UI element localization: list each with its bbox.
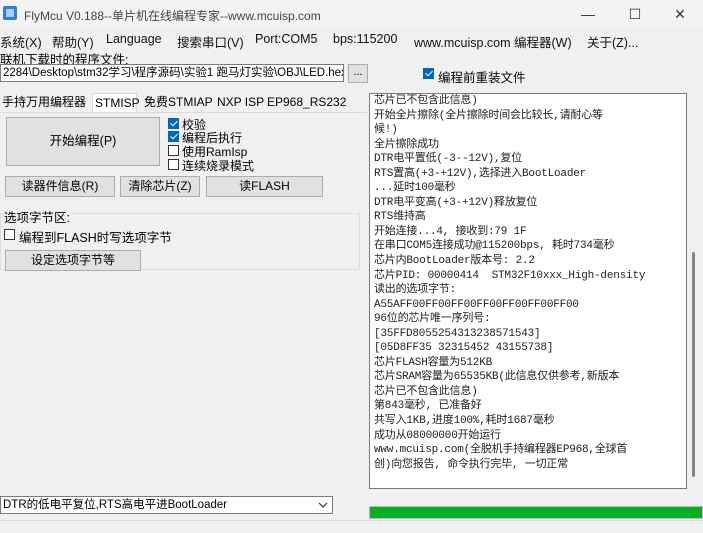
log-line: ...延时100毫秒 xyxy=(374,182,456,195)
log-scroll-thumb[interactable] xyxy=(692,252,695,477)
log-line: 芯片已不包含此信息) xyxy=(374,95,478,107)
read-device-info-button[interactable]: 读器件信息(R) xyxy=(5,176,115,197)
write-option-label: 编程到FLASH时写选项字节 xyxy=(19,231,172,245)
continuous-checkbox[interactable] xyxy=(168,159,179,170)
chevron-down-icon[interactable] xyxy=(316,497,330,513)
continuous-label: 连续烧录模式 xyxy=(182,159,255,173)
browse-button[interactable]: ... xyxy=(348,64,368,83)
log-line: 共写入1KB,进度100%,耗时1687毫秒 xyxy=(374,415,555,428)
app-icon xyxy=(3,6,17,20)
log-line: 芯片已不包含此信息) xyxy=(374,385,478,398)
reload-label: 编程前重装文件 xyxy=(438,71,526,85)
progress-fill xyxy=(370,507,702,518)
reset-mode-value: DTR的低电平复位,RTS高电平进BootLoader xyxy=(3,499,228,511)
log-line: 芯片内BootLoader版本号: 2.2 xyxy=(374,255,535,268)
log-output[interactable]: 芯片已不包含此信息) 开始全片擦除(全片擦除时间会比较长,请耐心等 候!) 全片… xyxy=(369,93,687,489)
log-scrollbar[interactable] xyxy=(687,93,703,489)
log-line: A55AFF00FF00FF00FF00FF00FF00FF00 xyxy=(374,298,579,311)
option-group-title: 选项字节区: xyxy=(4,207,72,226)
log-line: RTS维持高 xyxy=(374,211,426,224)
log-line: [05D8FF35 32315452 43155738] xyxy=(374,342,554,355)
log-line: 第843毫秒, 已准备好 xyxy=(374,400,482,413)
set-option-bytes-button[interactable]: 设定选项字节等 xyxy=(5,250,141,271)
tab-stmisp[interactable]: STMISP xyxy=(92,93,140,112)
log-line: 开始连接...4, 接收到:79 1F xyxy=(374,225,527,238)
title-bar: FlyMcu V0.188--单片机在线编程专家--www.mcuisp.com… xyxy=(0,0,703,28)
log-line: 创)向您报告, 命令执行完毕, 一切正常 xyxy=(374,458,569,471)
tab-stmiap[interactable]: 免费STMIAP xyxy=(142,93,215,112)
window-title: FlyMcu V0.188--单片机在线编程专家--www.mcuisp.com xyxy=(24,9,321,23)
tab-ep968[interactable]: EP968_RS232 xyxy=(265,93,348,112)
menu-bar: 系统(X) 帮助(Y) Language 搜索串口(V) Port:COM5 b… xyxy=(0,28,703,51)
menu-bps[interactable]: bps:115200 xyxy=(333,32,397,46)
log-line: 芯片PID: 00000414 STM32F10xxx_High-density xyxy=(374,269,646,282)
tab-handheld[interactable]: 手持万用编程器 xyxy=(0,93,88,112)
reload-checkbox[interactable] xyxy=(423,68,434,79)
menu-programmer[interactable]: www.mcuisp.com 编程器(W) xyxy=(414,32,572,51)
status-bar xyxy=(0,520,703,533)
ramisp-checkbox[interactable] xyxy=(168,145,179,156)
menu-port[interactable]: Port:COM5 xyxy=(255,32,318,46)
log-line: 在串口COM5连接成功@115200bps, 耗时734毫秒 xyxy=(374,240,615,253)
clear-chip-button[interactable]: 清除芯片(Z) xyxy=(120,176,200,197)
start-programming-button[interactable]: 开始编程(P) xyxy=(6,117,160,166)
log-line: 读出的选项字节: xyxy=(374,284,457,297)
close-button[interactable]: ✕ xyxy=(657,0,703,28)
log-line: 成功从08000000开始运行 xyxy=(374,429,501,442)
log-line: 开始全片擦除(全片擦除时间会比较长,请耐心等 xyxy=(374,109,603,122)
log-line: 芯片SRAM容量为65535KB(此信息仅供参考,新版本 xyxy=(374,371,620,384)
log-line: www.mcuisp.com(全脱机手持编程器EP968,全球首 xyxy=(374,444,628,457)
read-flash-button[interactable]: 读FLASH xyxy=(206,176,323,197)
log-line: 全片擦除成功 xyxy=(374,138,439,151)
menu-language[interactable]: Language xyxy=(106,32,162,46)
log-line: 96位的芯片唯一序列号: xyxy=(374,313,491,326)
maximize-button[interactable]: ☐ xyxy=(612,0,658,28)
log-line: DTR电平变高(+3-+12V)释放复位 xyxy=(374,196,538,209)
log-line: [35FFD8055254313238571543] xyxy=(374,327,541,340)
log-line: RTS置高(+3-+12V),选择进入BootLoader xyxy=(374,167,587,180)
menu-search-port[interactable]: 搜索串口(V) xyxy=(177,32,244,51)
reset-mode-select[interactable]: DTR的低电平复位,RTS高电平进BootLoader xyxy=(0,496,333,514)
write-option-checkbox[interactable] xyxy=(4,229,15,240)
tab-nxp-isp[interactable]: NXP ISP xyxy=(215,93,266,112)
menu-about[interactable]: 关于(Z)... xyxy=(587,32,638,51)
run-after-checkbox[interactable] xyxy=(168,131,179,142)
log-line: 候!) xyxy=(374,124,398,137)
log-line: DTR电平置低(-3--12V),复位 xyxy=(374,153,523,166)
file-path-input[interactable]: 2284\Desktop\stm32学习\程序源码\实验1 跑马灯实验\OBJ\… xyxy=(0,64,344,82)
log-line: 芯片FLASH容量为512KB xyxy=(374,356,493,369)
progress-bar xyxy=(369,506,703,519)
minimize-button[interactable]: — xyxy=(565,0,611,28)
verify-checkbox[interactable] xyxy=(168,118,179,129)
